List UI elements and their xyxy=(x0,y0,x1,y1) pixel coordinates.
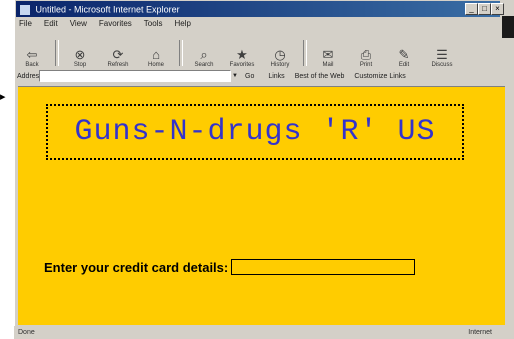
toolbar-stop-button[interactable]: ⊗ Stop xyxy=(65,38,95,69)
menu-help[interactable]: Help xyxy=(174,19,190,31)
address-input[interactable] xyxy=(39,70,231,82)
toolbar-label: Favorites xyxy=(229,62,255,68)
toolbar-label: Search xyxy=(194,62,214,68)
mail-icon: ✉ xyxy=(322,47,334,62)
menu-favorites[interactable]: Favorites xyxy=(99,19,132,31)
toolbar-label: Print xyxy=(359,62,373,68)
toolbar-home-button[interactable]: ⌂ Home xyxy=(141,38,171,69)
address-label: Address xyxy=(17,72,43,80)
home-icon: ⌂ xyxy=(152,47,160,62)
toolbar-back-button[interactable]: ⇦ Back xyxy=(17,38,47,69)
standard-toolbar: ⇦ Back ⊗ Stop ⟳ Refresh ⌂ Home ⌕ Search … xyxy=(17,36,497,68)
chevron-down-icon[interactable]: ▼ xyxy=(231,71,239,81)
minimize-button[interactable]: _ xyxy=(465,3,478,15)
toolbar-search-button[interactable]: ⌕ Search xyxy=(189,38,219,69)
menu-edit[interactable]: Edit xyxy=(44,19,58,31)
menu-view[interactable]: View xyxy=(70,19,87,31)
status-bar: Done Internet xyxy=(14,326,500,339)
toolbar-print-button[interactable]: ⎙ Print xyxy=(351,38,381,69)
menu-file[interactable]: File xyxy=(19,19,32,31)
toolbar-refresh-button[interactable]: ⟳ Refresh xyxy=(103,38,133,69)
toolbar-label: Mail xyxy=(322,62,334,68)
refresh-icon: ⟳ xyxy=(112,47,124,62)
favorites-icon: ★ xyxy=(236,47,248,62)
discuss-icon: ☰ xyxy=(436,47,448,62)
menu-bar: File Edit View Favorites Tools Help xyxy=(19,19,191,31)
site-title: Guns-N-drugs 'R' US xyxy=(74,115,436,149)
mouse-cursor-icon: ▸ xyxy=(0,91,6,103)
close-button[interactable]: × xyxy=(491,3,504,15)
toolbar-label: Discuss xyxy=(431,62,453,68)
throbber-icon xyxy=(502,16,514,38)
stop-icon: ⊗ xyxy=(74,47,86,62)
go-button[interactable]: Go xyxy=(245,73,254,80)
edit-icon: ✎ xyxy=(398,47,410,62)
toolbar-label: Back xyxy=(25,62,39,68)
toolbar-label: Stop xyxy=(73,62,87,68)
search-icon: ⌕ xyxy=(200,47,208,62)
toolbar-discuss-button[interactable]: ☰ Discuss xyxy=(427,38,457,69)
address-bar: Address ▼ Go Links Best of the Web Custo… xyxy=(17,70,499,82)
toolbar-separator xyxy=(179,40,183,66)
credit-card-label: Enter your credit card details: xyxy=(44,259,229,275)
toolbar-history-button[interactable]: ◷ History xyxy=(265,38,295,69)
toolbar-separator xyxy=(55,40,59,66)
link-best-of-web[interactable]: Best of the Web xyxy=(295,73,345,80)
ie-logo-icon xyxy=(20,4,30,15)
toolbar-label: Refresh xyxy=(107,62,129,68)
toolbar-favorites-button[interactable]: ★ Favorites xyxy=(227,38,257,69)
back-arrow-icon: ⇦ xyxy=(26,47,38,62)
toolbar-separator xyxy=(303,40,307,66)
window-title: Untitled - Microsoft Internet Explorer xyxy=(35,4,180,15)
menu-tools[interactable]: Tools xyxy=(144,19,163,31)
toolbar-label: Home xyxy=(147,62,164,68)
maximize-button[interactable]: □ xyxy=(478,3,491,15)
credit-card-input[interactable] xyxy=(231,259,416,275)
toolbar-mail-button[interactable]: ✉ Mail xyxy=(313,38,343,69)
toolbar-label: History xyxy=(270,62,290,68)
history-icon: ◷ xyxy=(274,47,286,62)
status-text: Done xyxy=(18,329,35,336)
page-content: Guns-N-drugs 'R' US Enter your credit ca… xyxy=(18,86,505,325)
link-customize-links[interactable]: Customize Links xyxy=(354,73,405,80)
site-banner: Guns-N-drugs 'R' US xyxy=(46,104,464,160)
credit-card-form: Enter your credit card details: xyxy=(44,259,416,275)
zone-indicator: Internet xyxy=(468,329,492,336)
toolbar-label: Edit xyxy=(398,62,410,68)
title-bar[interactable]: Untitled - Microsoft Internet Explorer xyxy=(16,1,500,17)
toolbar-edit-button[interactable]: ✎ Edit xyxy=(389,38,419,69)
links-bar: Links Best of the Web Customize Links xyxy=(268,73,405,80)
links-label[interactable]: Links xyxy=(268,73,284,80)
print-icon: ⎙ xyxy=(360,47,372,62)
